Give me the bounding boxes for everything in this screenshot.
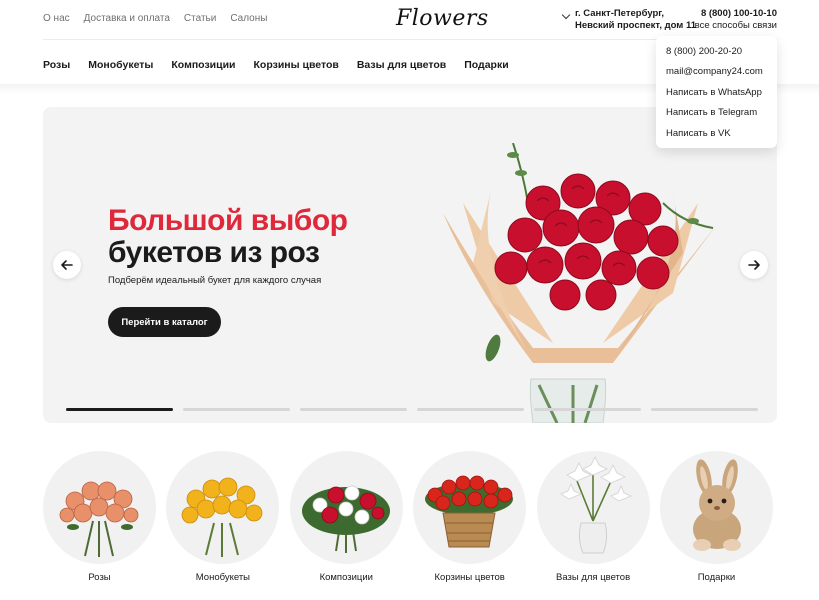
category-vases-image bbox=[536, 451, 650, 564]
category-baskets-image bbox=[413, 451, 527, 564]
dropdown-telegram[interactable]: Написать в Telegram bbox=[666, 103, 767, 123]
hero-subtitle: Подберём идеальный букет для каждого слу… bbox=[108, 275, 322, 286]
category-compositions[interactable]: Композиции bbox=[289, 451, 403, 583]
city-address-selector[interactable]: г. Санкт-Петербург, Невский проспект, до… bbox=[561, 8, 696, 32]
category-roses-image bbox=[43, 451, 156, 564]
slider-prev-button[interactable] bbox=[53, 251, 81, 279]
slider-next-button[interactable] bbox=[740, 251, 768, 279]
dropdown-email[interactable]: mail@company24.com bbox=[666, 62, 767, 82]
category-label: Композиции bbox=[319, 572, 373, 583]
category-monobouquets[interactable]: Монобукеты bbox=[166, 451, 280, 583]
hero-title-main: букетов из роз bbox=[108, 236, 320, 269]
top-bar: О нас Доставка и оплата Статьи Салоны Fl… bbox=[43, 0, 777, 40]
category-list: Розы Монобукеты Композиции Корзины цвето… bbox=[43, 451, 773, 583]
mixed-flowers-composition-icon bbox=[301, 485, 390, 553]
slide-dot-2[interactable] bbox=[183, 408, 290, 411]
hero-title-accent: Большой выбор bbox=[108, 204, 348, 237]
nav-item-baskets[interactable]: Корзины цветов bbox=[254, 59, 339, 71]
slide-dot-4[interactable] bbox=[417, 408, 524, 411]
lilies-in-vase-icon bbox=[559, 455, 632, 554]
category-compositions-image bbox=[289, 451, 403, 564]
plush-bunny-icon bbox=[692, 459, 741, 551]
slide-dot-1[interactable] bbox=[66, 408, 173, 411]
chevron-down-icon bbox=[561, 10, 571, 20]
category-label: Вазы для цветов bbox=[555, 572, 631, 583]
category-roses[interactable]: Розы bbox=[43, 451, 156, 583]
nav-item-monobouquets[interactable]: Монобукеты bbox=[88, 59, 153, 71]
category-label: Монобукеты bbox=[195, 572, 250, 583]
rose-bouquet-image bbox=[443, 143, 718, 423]
hero-title: Большой выбор букетов из роз bbox=[108, 205, 348, 269]
address-city: г. Санкт-Петербург, bbox=[575, 8, 665, 19]
arrow-right-icon bbox=[748, 260, 760, 270]
top-links: О нас Доставка и оплата Статьи Салоны bbox=[43, 13, 267, 24]
nav-item-compositions[interactable]: Композиции bbox=[171, 59, 235, 71]
dropdown-phone[interactable]: 8 (800) 200-20-20 bbox=[666, 42, 767, 62]
category-vases[interactable]: Вазы для цветов bbox=[536, 451, 650, 583]
top-link-delivery[interactable]: Доставка и оплата bbox=[84, 13, 170, 24]
dropdown-vk[interactable]: Написать в VK bbox=[666, 124, 767, 144]
category-label: Подарки bbox=[697, 572, 736, 583]
arrow-left-icon bbox=[61, 260, 73, 270]
category-gifts[interactable]: Подарки bbox=[659, 451, 773, 583]
header-contact[interactable]: 8 (800) 100-10-10 все способы связи bbox=[695, 8, 777, 32]
nav-item-vases[interactable]: Вазы для цветов bbox=[357, 59, 446, 71]
site-logo[interactable]: Flowers bbox=[396, 6, 489, 31]
flower-basket-icon bbox=[425, 475, 514, 548]
contact-ways-toggle[interactable]: все способы связи bbox=[695, 20, 777, 32]
slider-pagination bbox=[66, 408, 758, 411]
main-nav: Розы Монобукеты Композиции Корзины цвето… bbox=[43, 59, 509, 71]
category-gifts-image bbox=[659, 451, 773, 564]
top-link-about[interactable]: О нас bbox=[43, 13, 70, 24]
category-baskets[interactable]: Корзины цветов bbox=[413, 451, 527, 583]
yellow-chrysanthemum-bouquet-icon bbox=[181, 477, 263, 557]
slide-dot-5[interactable] bbox=[534, 408, 641, 411]
catalog-button[interactable]: Перейти в каталог bbox=[108, 307, 221, 337]
contact-dropdown: 8 (800) 200-20-20 mail@company24.com Нап… bbox=[656, 36, 777, 148]
address-street: Невский проспект, дом 11 bbox=[575, 20, 697, 31]
top-link-salons[interactable]: Салоны bbox=[230, 13, 267, 24]
nav-item-gifts[interactable]: Подарки bbox=[464, 59, 508, 71]
category-label: Розы bbox=[88, 572, 111, 583]
dropdown-whatsapp[interactable]: Написать в WhatsApp bbox=[666, 83, 767, 103]
nav-item-roses[interactable]: Розы bbox=[43, 59, 70, 71]
header-phone[interactable]: 8 (800) 100-10-10 bbox=[695, 8, 777, 20]
slide-dot-3[interactable] bbox=[300, 408, 407, 411]
top-link-articles[interactable]: Статьи bbox=[184, 13, 216, 24]
category-label: Корзины цветов bbox=[434, 572, 505, 583]
slide-dot-6[interactable] bbox=[651, 408, 758, 411]
address-text: г. Санкт-Петербург, Невский проспект, до… bbox=[575, 8, 696, 32]
hero-slider: Большой выбор букетов из роз Подберём ид… bbox=[43, 107, 777, 423]
peach-roses-bouquet-icon bbox=[59, 481, 139, 557]
category-monobouquets-image bbox=[166, 451, 280, 564]
